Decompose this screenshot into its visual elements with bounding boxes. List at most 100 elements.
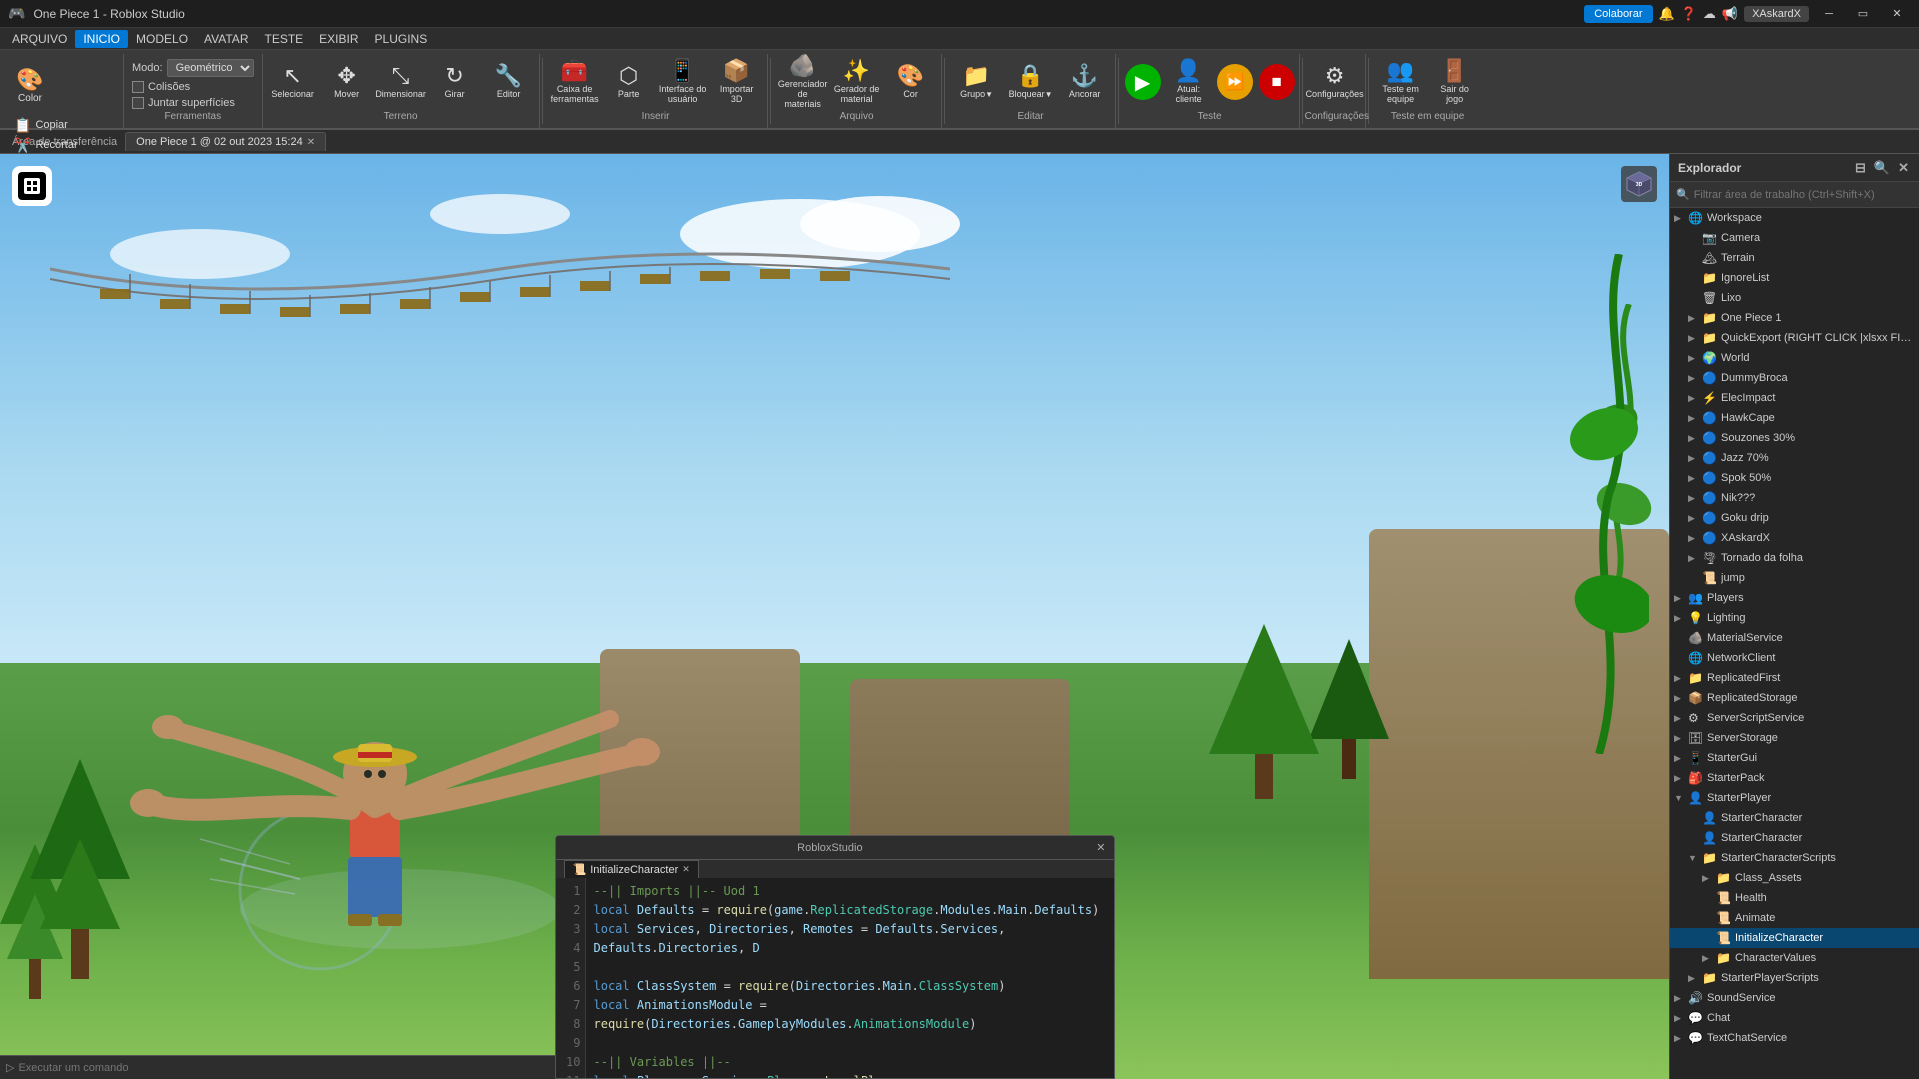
close-editor-tab-icon[interactable]: ✕ — [682, 864, 690, 875]
tree-item-health[interactable]: 📜Health — [1670, 888, 1919, 908]
block-button[interactable]: 🔒 Bloquear▼ — [1005, 54, 1057, 110]
tree-arrow-starterpack[interactable]: ▶ — [1674, 773, 1688, 784]
tree-arrow-serverscriptservice[interactable]: ▶ — [1674, 713, 1688, 724]
tree-item-quickexport[interactable]: ▶📁QuickExport (RIGHT CLICK |xlsxx FILES,… — [1670, 328, 1919, 348]
cloud-icon[interactable]: ☁ — [1703, 6, 1716, 22]
ui-button[interactable]: 📱 Interface do usuário — [657, 54, 709, 110]
collisions-checkbox[interactable] — [132, 81, 144, 93]
tree-item-dummybroca[interactable]: ▶🔵DummyBroca — [1670, 368, 1919, 388]
tree-item-charvalues[interactable]: ▶📁CharacterValues — [1670, 948, 1919, 968]
anchor-button[interactable]: ⚓ Ancorar — [1059, 54, 1111, 110]
tree-item-starterplayer[interactable]: ▼👤StarterPlayer — [1670, 788, 1919, 808]
tree-item-materialservice[interactable]: 🪨MaterialService — [1670, 628, 1919, 648]
menu-teste[interactable]: TESTE — [256, 30, 311, 48]
tree-item-startercharacter[interactable]: 👤StarterCharacter — [1670, 808, 1919, 828]
tree-item-terrain[interactable]: 🏔Terrain — [1670, 248, 1919, 268]
explorer-filter[interactable]: 🔍 — [1670, 182, 1919, 208]
viewport[interactable]: 3D RobloxStudio ✕ 📜 InitializeCharacter … — [0, 154, 1669, 1079]
editor-tab[interactable]: 📜 InitializeCharacter ✕ — [564, 860, 699, 878]
tree-arrow-jazz70[interactable]: ▶ — [1688, 453, 1702, 464]
copy-button[interactable]: 📋 Copiar — [8, 116, 84, 134]
scale-button[interactable]: ⤡ Dimensionar — [375, 54, 427, 110]
tree-item-jazz70[interactable]: ▶🔵Jazz 70% — [1670, 448, 1919, 468]
tree-item-tornadofolha[interactable]: ▶🌪Tornado da folha — [1670, 548, 1919, 568]
tree-item-networkclient[interactable]: 🌐NetworkClient — [1670, 648, 1919, 668]
leave-game-button[interactable]: 🚪 Sair do jogo — [1429, 54, 1481, 110]
settings-button[interactable]: ⚙ Configurações — [1309, 54, 1361, 110]
tree-item-startercharacter2[interactable]: 👤StarterCharacter — [1670, 828, 1919, 848]
tree-item-replicatedstorage[interactable]: ▶📦ReplicatedStorage — [1670, 688, 1919, 708]
tree-item-animate[interactable]: 📜Animate — [1670, 908, 1919, 928]
tree-arrow-quickexport[interactable]: ▶ — [1688, 333, 1702, 344]
tree-item-serverscriptservice[interactable]: ▶⚙ServerScriptService — [1670, 708, 1919, 728]
material-gen-button[interactable]: ✨ Gerador de material — [831, 54, 883, 110]
tree-arrow-chat[interactable]: ▶ — [1674, 1013, 1688, 1024]
tree-arrow-replicatedstorage[interactable]: ▶ — [1674, 693, 1688, 704]
import3d-button[interactable]: 📦 Importar 3D — [711, 54, 763, 110]
tree-item-startercharscripts[interactable]: ▼📁StarterCharacterScripts — [1670, 848, 1919, 868]
tree-item-textchatservice[interactable]: ▶💬TextChatService — [1670, 1028, 1919, 1048]
tree-item-startergui[interactable]: ▶📱StarterGui — [1670, 748, 1919, 768]
minimize-button[interactable]: ─ — [1815, 4, 1843, 24]
tree-arrow-xaskardx[interactable]: ▶ — [1688, 533, 1702, 544]
tree-arrow-elecimpact[interactable]: ▶ — [1688, 393, 1702, 404]
mode-dropdown[interactable]: Geométrico Suave — [167, 59, 254, 77]
filter-input[interactable] — [1694, 189, 1913, 201]
tree-arrow-souzones30[interactable]: ▶ — [1688, 433, 1702, 444]
tree-item-onepiece1[interactable]: ▶📁One Piece 1 — [1670, 308, 1919, 328]
roblox-logo[interactable] — [12, 166, 52, 206]
tree-item-lighting[interactable]: ▶💡Lighting — [1670, 608, 1919, 628]
tree-item-replicatedfirst[interactable]: ▶📁ReplicatedFirst — [1670, 668, 1919, 688]
tree-item-world[interactable]: ▶🌍World — [1670, 348, 1919, 368]
tree-item-chat[interactable]: ▶💬Chat — [1670, 1008, 1919, 1028]
tree-arrow-textchatservice[interactable]: ▶ — [1674, 1033, 1688, 1044]
menu-modelo[interactable]: MODELO — [128, 30, 196, 48]
broadcast-icon[interactable]: 📢 — [1722, 6, 1738, 22]
tree-item-spok50[interactable]: ▶🔵Spok 50% — [1670, 468, 1919, 488]
tree-arrow-serverstorage[interactable]: ▶ — [1674, 733, 1688, 744]
tree-arrow-spok50[interactable]: ▶ — [1688, 473, 1702, 484]
tree-arrow-gokudrip[interactable]: ▶ — [1688, 513, 1702, 524]
tree-item-soundservice[interactable]: ▶🔊SoundService — [1670, 988, 1919, 1008]
rotate-button[interactable]: ↻ Girar — [429, 54, 481, 110]
tree-item-elecimpact[interactable]: ▶⚡ElecImpact — [1670, 388, 1919, 408]
collab-button[interactable]: Colaborar — [1584, 5, 1652, 23]
material-manager-button[interactable]: 🪨 Gerenciador de materiais — [777, 54, 829, 110]
joinsurf-checkbox[interactable] — [132, 97, 144, 109]
editor-tool-button[interactable]: 🔧 Editor — [483, 54, 535, 110]
tree-item-hawkcape[interactable]: ▶🔵HawkCape — [1670, 408, 1919, 428]
tree-arrow-charvalues[interactable]: ▶ — [1702, 953, 1716, 964]
tree-arrow-class_assets[interactable]: ▶ — [1702, 873, 1716, 884]
tree-arrow-starterplayer[interactable]: ▼ — [1674, 793, 1688, 803]
teamtest-button[interactable]: 👥 Teste em equipe — [1375, 54, 1427, 110]
help-icon[interactable]: ❓ — [1681, 6, 1697, 22]
tree-arrow-nik[interactable]: ▶ — [1688, 493, 1702, 504]
color-button[interactable]: 🎨 Color — [8, 58, 52, 114]
tree-item-starterplayerscripts[interactable]: ▶📁StarterPlayerScripts — [1670, 968, 1919, 988]
tree-item-initchar[interactable]: 📜InitializeCharacter — [1670, 928, 1919, 948]
explorer-search-icon[interactable]: 🔍 — [1872, 160, 1892, 176]
play-button[interactable]: ▶ — [1125, 64, 1161, 100]
tree-item-serverstorage[interactable]: ▶🗄ServerStorage — [1670, 728, 1919, 748]
restore-button[interactable]: ▭ — [1849, 4, 1877, 24]
tree-item-starterpack[interactable]: ▶🎒StarterPack — [1670, 768, 1919, 788]
tree-arrow-tornadofolha[interactable]: ▶ — [1688, 553, 1702, 564]
file-tab[interactable]: One Piece 1 @ 02 out 2023 15:24 ✕ — [125, 132, 326, 151]
editor-body[interactable]: 12345 678910 1112131415 --|| Imports ||-… — [556, 878, 1114, 1078]
resume-button[interactable]: ⏩ — [1217, 64, 1253, 100]
tree-item-jump[interactable]: 📜jump — [1670, 568, 1919, 588]
tree-item-players[interactable]: ▶👥Players — [1670, 588, 1919, 608]
menu-exibir[interactable]: EXIBIR — [311, 30, 366, 48]
tree-item-ignorelist[interactable]: 📁IgnoreList — [1670, 268, 1919, 288]
playclient-button[interactable]: 👤 Atual: cliente — [1167, 54, 1211, 110]
explorer-collapse-icon[interactable]: ⊟ — [1853, 160, 1868, 176]
toolbox-button[interactable]: 🧰 Caixa de ferramentas — [549, 54, 601, 110]
close-tab-icon[interactable]: ✕ — [307, 137, 315, 148]
stop-button[interactable]: ⏹ — [1259, 64, 1295, 100]
tree-arrow-lighting[interactable]: ▶ — [1674, 613, 1688, 624]
cut-button[interactable]: ✂️ Recortar — [8, 136, 84, 154]
tree-arrow-hawkcape[interactable]: ▶ — [1688, 413, 1702, 424]
move-button[interactable]: ✥ Mover — [321, 54, 373, 110]
tree-item-souzones30[interactable]: ▶🔵Souzones 30% — [1670, 428, 1919, 448]
tree-arrow-startergui[interactable]: ▶ — [1674, 753, 1688, 764]
